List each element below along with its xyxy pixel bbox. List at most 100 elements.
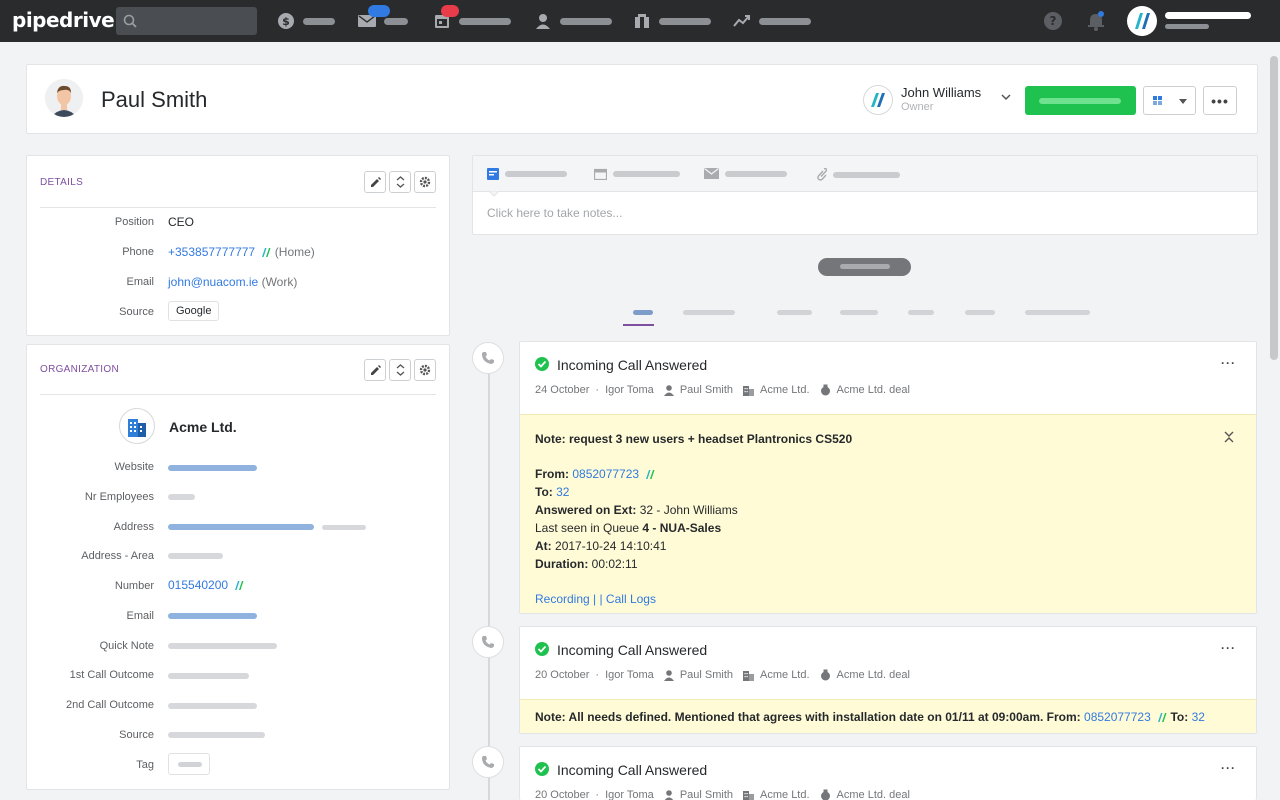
org-source-value bbox=[168, 732, 265, 738]
nav-deals[interactable]: $ bbox=[277, 11, 335, 31]
nav-products[interactable] bbox=[633, 11, 711, 31]
tag-chip[interactable] bbox=[168, 753, 210, 775]
address-area-value bbox=[168, 553, 223, 559]
more-options-icon[interactable]: ··· bbox=[1221, 641, 1236, 655]
to-number-link[interactable]: 32 bbox=[556, 485, 569, 499]
building-icon bbox=[743, 670, 755, 681]
user-avatar[interactable] bbox=[1127, 6, 1157, 36]
number-link[interactable]: 015540200 bbox=[168, 578, 228, 592]
position-value[interactable]: CEO bbox=[168, 215, 194, 229]
notifications-icon[interactable] bbox=[1086, 11, 1106, 31]
chevron-down-icon[interactable] bbox=[1001, 93, 1011, 101]
note-links: Recording | | Call Logs bbox=[535, 592, 656, 606]
nav-mail[interactable] bbox=[358, 5, 408, 31]
scrollbar-thumb[interactable] bbox=[1270, 56, 1278, 360]
help-icon[interactable]: ? bbox=[1043, 11, 1063, 31]
more-options-button[interactable]: ••• bbox=[1203, 86, 1237, 115]
filter-emails[interactable] bbox=[840, 310, 878, 315]
note-to: To: 32 bbox=[535, 485, 569, 499]
search-input[interactable] bbox=[116, 7, 257, 35]
deals-icon: $ bbox=[277, 12, 295, 30]
activity-title[interactable]: Incoming Call Answered bbox=[557, 357, 707, 373]
owner-name[interactable]: John Williams bbox=[901, 85, 981, 100]
filter-notes[interactable] bbox=[777, 310, 812, 315]
nuacom-call-icon[interactable] bbox=[261, 248, 271, 258]
source-tag[interactable]: Google bbox=[168, 301, 220, 321]
person-name: Paul Smith bbox=[101, 87, 208, 112]
email-link[interactable]: john@nuacom.ie bbox=[168, 275, 258, 289]
nuacom-call-icon[interactable] bbox=[1157, 713, 1167, 723]
notes-input[interactable]: Click here to take notes... bbox=[487, 206, 622, 220]
owner-avatar[interactable] bbox=[863, 85, 893, 115]
activity-org[interactable]: Acme Ltd. bbox=[760, 789, 810, 800]
website-value[interactable] bbox=[168, 465, 257, 471]
filter-all[interactable] bbox=[633, 310, 653, 315]
activity-title[interactable]: Incoming Call Answered bbox=[557, 642, 707, 658]
note-at: At: 2017-10-24 14:10:41 bbox=[535, 539, 666, 553]
activity-person[interactable]: Paul Smith bbox=[680, 669, 733, 681]
pipedrive-logo[interactable]: pipedrive bbox=[12, 8, 115, 32]
email-label: Email bbox=[126, 276, 154, 288]
filter-activities[interactable] bbox=[683, 310, 735, 315]
settings-button[interactable] bbox=[414, 359, 436, 381]
tag-chip-label bbox=[178, 762, 202, 767]
from-number-link[interactable]: 0852077723 bbox=[572, 467, 639, 481]
address-value[interactable] bbox=[168, 524, 314, 530]
activity-org[interactable]: Acme Ltd. bbox=[760, 384, 810, 396]
sort-button[interactable] bbox=[389, 171, 411, 193]
check-icon[interactable] bbox=[535, 762, 549, 776]
note-duration: Duration: 00:02:11 bbox=[535, 557, 638, 571]
building-icon bbox=[743, 385, 755, 396]
nuacom-call-icon[interactable] bbox=[645, 470, 655, 480]
primary-action-button[interactable] bbox=[1025, 86, 1136, 115]
phone-link[interactable]: +353857777777 bbox=[168, 245, 255, 259]
activity-deal[interactable]: Acme Ltd. deal bbox=[837, 669, 910, 681]
filter-files[interactable] bbox=[908, 310, 934, 315]
collapse-icon[interactable] bbox=[1224, 431, 1234, 443]
settings-button[interactable] bbox=[414, 171, 436, 193]
nav-contacts[interactable] bbox=[534, 11, 612, 31]
nav-insights[interactable] bbox=[733, 11, 811, 31]
page-scrollbar[interactable] bbox=[1268, 42, 1280, 800]
from-number-link[interactable]: 0852077723 bbox=[1084, 710, 1151, 724]
number-label: Number bbox=[114, 580, 154, 592]
activity-deal[interactable]: Acme Ltd. deal bbox=[837, 384, 910, 396]
search-icon bbox=[123, 14, 137, 28]
to-number-link[interactable]: 32 bbox=[1192, 710, 1205, 724]
caret-down-icon bbox=[1179, 99, 1187, 104]
note-title: Note: request 3 new users + headset Plan… bbox=[535, 432, 853, 446]
grid-view-icon bbox=[1153, 96, 1162, 105]
recording-link[interactable]: Recording | bbox=[535, 592, 599, 606]
meta-separator: · bbox=[595, 789, 600, 800]
sort-button[interactable] bbox=[389, 359, 411, 381]
filter-changes[interactable] bbox=[965, 310, 995, 315]
activity-person[interactable]: Paul Smith bbox=[680, 384, 733, 396]
user-name-label[interactable] bbox=[1165, 12, 1251, 19]
activity-org[interactable]: Acme Ltd. bbox=[760, 669, 810, 681]
activity-person[interactable]: Paul Smith bbox=[680, 789, 733, 800]
person-header: Paul Smith John Williams Owner ••• bbox=[26, 64, 1258, 134]
activity-title[interactable]: Incoming Call Answered bbox=[557, 762, 707, 778]
filter-log[interactable] bbox=[1025, 310, 1090, 315]
queue-value: 4 - NUA-Sales bbox=[642, 521, 722, 535]
edit-button[interactable] bbox=[364, 171, 386, 193]
edit-button[interactable] bbox=[364, 359, 386, 381]
activity-deal[interactable]: Acme Ltd. deal bbox=[837, 789, 910, 800]
nav-activities[interactable] bbox=[433, 5, 511, 31]
source-field: Google bbox=[168, 301, 220, 321]
tab-activity[interactable] bbox=[594, 168, 680, 180]
tab-notes[interactable] bbox=[487, 168, 567, 180]
call-logs-link[interactable]: | Call Logs bbox=[599, 592, 655, 606]
org-email-value[interactable] bbox=[168, 613, 257, 619]
tab-email[interactable] bbox=[704, 168, 787, 179]
more-options-icon[interactable]: ··· bbox=[1221, 761, 1236, 775]
view-switcher-button[interactable] bbox=[1143, 86, 1196, 115]
more-options-icon[interactable]: ··· bbox=[1221, 356, 1236, 370]
history-toggle-button[interactable] bbox=[818, 258, 911, 276]
check-icon[interactable] bbox=[535, 642, 549, 656]
organization-name[interactable]: Acme Ltd. bbox=[169, 419, 237, 435]
organization-panel: ORGANIZATION Acme Ltd. Website Nr Employ… bbox=[26, 344, 450, 790]
nuacom-call-icon[interactable] bbox=[234, 581, 244, 591]
check-icon[interactable] bbox=[535, 357, 549, 371]
tab-files[interactable] bbox=[815, 168, 900, 181]
